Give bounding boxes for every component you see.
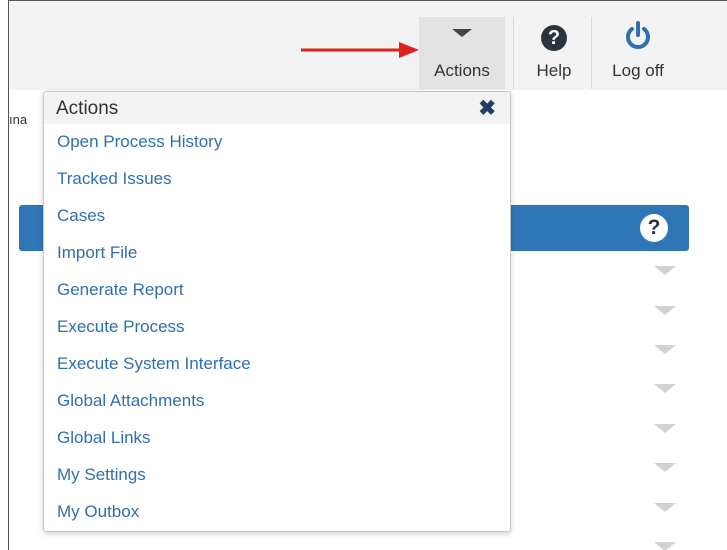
menu-item-execute-process[interactable]: Execute Process bbox=[44, 314, 510, 351]
help-button-label: Help bbox=[536, 61, 572, 80]
annotation-arrow-icon bbox=[301, 42, 419, 58]
row-expand-chevron-icon[interactable] bbox=[654, 463, 676, 472]
row-expand-chevron-icon[interactable] bbox=[654, 306, 676, 315]
help-button[interactable]: ? Help bbox=[517, 17, 591, 89]
menu-item-open-process-history[interactable]: Open Process History bbox=[44, 129, 510, 166]
caret-down-icon bbox=[452, 29, 472, 37]
menu-item-cases[interactable]: Cases bbox=[44, 203, 510, 240]
actions-button[interactable]: Actions bbox=[419, 17, 505, 89]
row-expand-chevron-icon[interactable] bbox=[654, 384, 676, 393]
log-off-button[interactable]: Log off bbox=[593, 17, 683, 89]
menu-item-my-settings[interactable]: My Settings bbox=[44, 462, 510, 499]
menu-item-global-links[interactable]: Global Links bbox=[44, 425, 510, 462]
menu-item-execute-system-interface[interactable]: Execute System Interface bbox=[44, 351, 510, 388]
actions-button-label: Actions bbox=[434, 61, 490, 80]
app-window: Actions ? Help Log off ına ? Actions ✖ O… bbox=[8, 0, 727, 550]
row-expand-chevron-icon[interactable] bbox=[654, 503, 676, 512]
close-icon[interactable]: ✖ bbox=[478, 98, 496, 119]
toolbar-divider bbox=[513, 17, 514, 89]
actions-dropdown-menu: Actions ✖ Open Process History Tracked I… bbox=[43, 91, 511, 532]
log-off-button-label: Log off bbox=[612, 61, 664, 80]
menu-item-tracked-issues[interactable]: Tracked Issues bbox=[44, 166, 510, 203]
row-expand-chevron-icon[interactable] bbox=[654, 345, 676, 354]
menu-item-my-outbox[interactable]: My Outbox bbox=[44, 499, 510, 536]
row-expand-chevron-icon[interactable] bbox=[654, 542, 676, 550]
menu-item-generate-report[interactable]: Generate Report bbox=[44, 277, 510, 314]
power-icon bbox=[626, 21, 650, 49]
row-expand-chevron-icon[interactable] bbox=[654, 424, 676, 433]
actions-dropdown-header: Actions ✖ bbox=[44, 92, 510, 124]
actions-menu-list: Open Process History Tracked Issues Case… bbox=[44, 129, 510, 536]
sidebar-partial-text: ına bbox=[9, 112, 28, 127]
row-expand-chevron-icon[interactable] bbox=[654, 266, 676, 275]
menu-item-import-file[interactable]: Import File bbox=[44, 240, 510, 277]
question-circle-icon: ? bbox=[541, 25, 567, 51]
actions-dropdown-title: Actions bbox=[56, 98, 119, 119]
menu-item-global-attachments[interactable]: Global Attachments bbox=[44, 388, 510, 425]
panel-help-icon[interactable]: ? bbox=[640, 214, 668, 242]
toolbar-divider bbox=[591, 17, 592, 89]
